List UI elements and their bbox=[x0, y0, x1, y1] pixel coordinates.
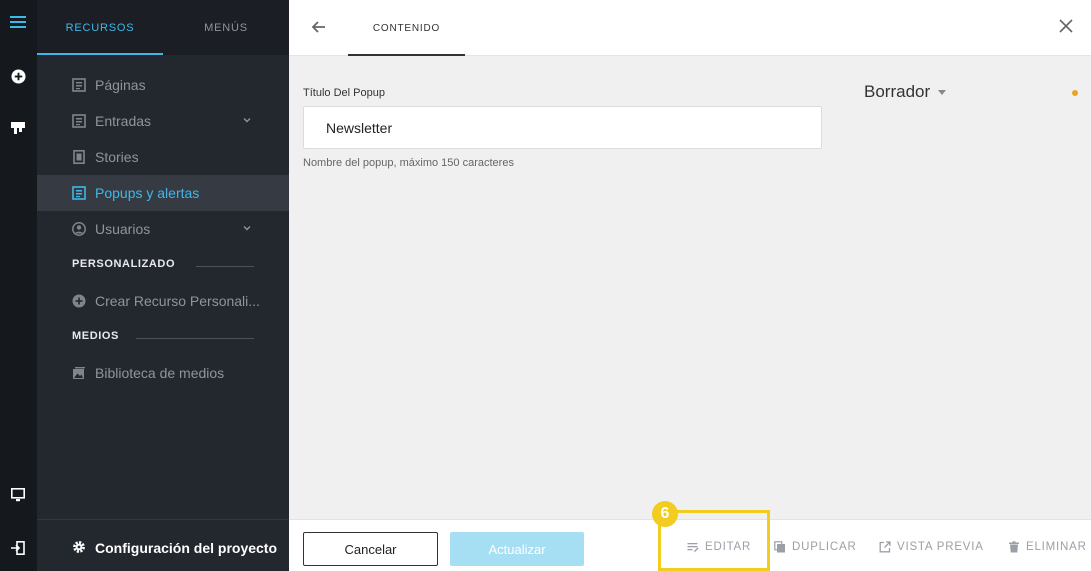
sidebar-tabs: RECURSOS MENÚS bbox=[37, 0, 289, 55]
section-divider bbox=[136, 338, 254, 339]
logout-icon[interactable] bbox=[7, 537, 29, 559]
section-title-personalizado: PERSONALIZADO bbox=[72, 258, 176, 270]
delete-label: ELIMINAR bbox=[1026, 541, 1087, 553]
delete-button[interactable]: ELIMINAR bbox=[1008, 539, 1087, 555]
page-icon bbox=[72, 78, 86, 92]
sidebar-item-stories[interactable]: Stories bbox=[37, 139, 289, 175]
status-dropdown[interactable]: Borrador bbox=[864, 81, 947, 103]
project-settings-label: Configuración del proyecto bbox=[95, 540, 278, 556]
tools-icon[interactable] bbox=[7, 117, 29, 139]
step-number-badge: 6 bbox=[652, 501, 678, 527]
tab-menus[interactable]: MENÚS bbox=[163, 0, 289, 55]
tab-recursos[interactable]: RECURSOS bbox=[37, 0, 163, 55]
duplicate-label: DUPLICAR bbox=[792, 541, 857, 553]
stories-icon bbox=[73, 150, 85, 164]
sidebar-item-label: Entradas bbox=[95, 113, 152, 129]
caret-down-icon bbox=[938, 89, 947, 95]
popup-title-help: Nombre del popup, máximo 150 caracteres bbox=[303, 157, 514, 169]
cancel-button[interactable]: Cancelar bbox=[303, 532, 438, 566]
trash-icon bbox=[1009, 541, 1019, 553]
update-button[interactable]: Actualizar bbox=[450, 532, 584, 566]
chevron-down-icon[interactable] bbox=[242, 115, 252, 125]
tab-contenido[interactable]: CONTENIDO bbox=[348, 0, 465, 56]
sidebar-item-entradas[interactable]: Entradas bbox=[37, 103, 289, 139]
sidebar-item-usuarios[interactable]: Usuarios bbox=[37, 211, 289, 247]
menu-icon[interactable] bbox=[7, 11, 29, 33]
image-icon bbox=[73, 367, 85, 379]
content-header: CONTENIDO bbox=[289, 0, 1091, 56]
sidebar-item-label: Usuarios bbox=[95, 221, 151, 237]
close-icon[interactable] bbox=[1057, 17, 1075, 35]
sidebar-item-label: Biblioteca de medios bbox=[95, 365, 225, 381]
sidebar-item-crear-recurso[interactable]: Crear Recurso Personali... bbox=[37, 283, 289, 319]
open-external-icon bbox=[879, 541, 891, 553]
section-title-medios: MEDIOS bbox=[72, 330, 119, 342]
popup-title-label: Título Del Popup bbox=[303, 87, 385, 99]
chevron-down-icon[interactable] bbox=[242, 223, 252, 233]
sidebar-item-label: Popups y alertas bbox=[95, 185, 200, 201]
popup-icon bbox=[72, 186, 86, 200]
entries-icon bbox=[72, 114, 86, 128]
icon-rail bbox=[0, 0, 37, 571]
arrow-back-icon[interactable] bbox=[309, 17, 329, 37]
status-label: Borrador bbox=[864, 82, 931, 101]
section-divider bbox=[196, 266, 254, 267]
main-panel: CONTENIDO Título Del Popup Nombre del po… bbox=[289, 0, 1091, 571]
sidebar-item-paginas[interactable]: Páginas bbox=[37, 67, 289, 103]
duplicate-button[interactable]: DUPLICAR bbox=[774, 539, 857, 555]
project-settings[interactable]: Configuración del proyecto bbox=[37, 519, 289, 571]
sidebar-item-popups[interactable]: Popups y alertas bbox=[37, 175, 289, 211]
sidebar-item-label: Stories bbox=[95, 149, 139, 165]
add-circle-icon[interactable] bbox=[7, 65, 29, 87]
monitor-icon[interactable] bbox=[7, 484, 29, 506]
duplicate-icon bbox=[774, 541, 785, 553]
sidebar: RECURSOS MENÚS Páginas Entradas Stories … bbox=[37, 0, 289, 571]
sidebar-item-biblioteca[interactable]: Biblioteca de medios bbox=[37, 355, 289, 391]
preview-label: VISTA PREVIA bbox=[897, 541, 984, 553]
status-dot bbox=[1072, 90, 1078, 96]
sidebar-item-label: Crear Recurso Personali... bbox=[95, 293, 260, 309]
add-circle-icon bbox=[72, 294, 86, 308]
preview-button[interactable]: VISTA PREVIA bbox=[879, 539, 984, 555]
user-icon bbox=[72, 222, 86, 236]
gear-icon bbox=[73, 541, 85, 553]
popup-title-input[interactable] bbox=[303, 106, 822, 149]
sidebar-item-label: Páginas bbox=[95, 77, 146, 93]
